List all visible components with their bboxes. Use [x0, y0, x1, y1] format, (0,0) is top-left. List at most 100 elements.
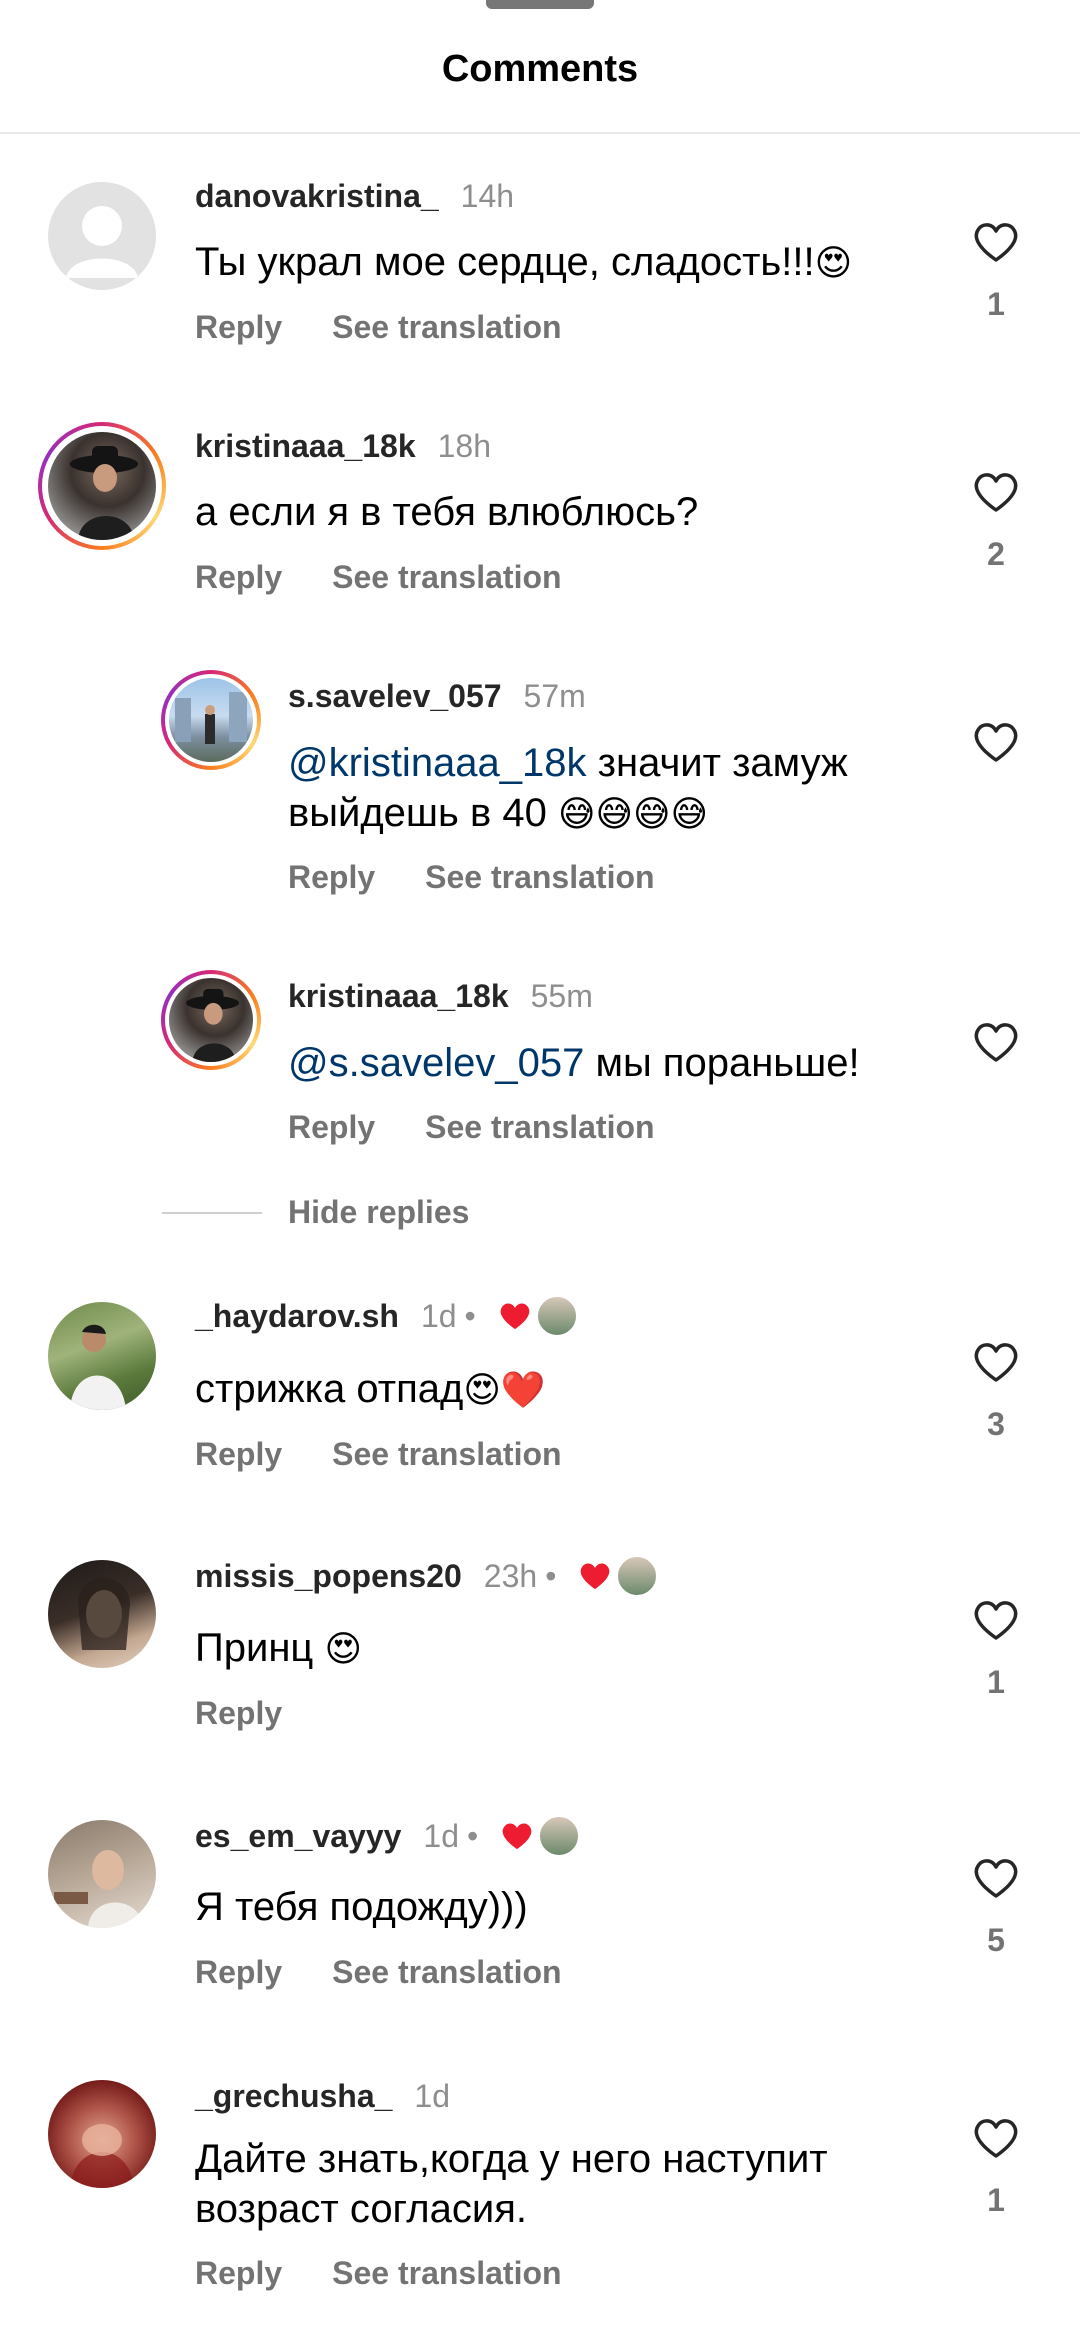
comment-text: Дайте знать,когда у него наступит возраст… — [195, 2137, 828, 2231]
avatar[interactable] — [48, 1302, 156, 1410]
avatar[interactable] — [48, 182, 156, 290]
comment-meta: es_em_vayyy 1d • — [195, 1815, 581, 1857]
timestamp: 55m — [530, 977, 593, 1014]
comment-text: стрижка отпад😍❤️ — [195, 1367, 546, 1411]
like-button[interactable]: 2 — [966, 470, 1026, 573]
creator-avatar — [538, 1815, 581, 1857]
heart-outline-icon — [974, 473, 1018, 512]
comment-text: @s.savelev_057 мы пораньше! — [288, 1041, 860, 1085]
avatar[interactable] — [48, 432, 156, 540]
comment-meta: _haydarov.sh 1d • — [195, 1295, 578, 1337]
reply-button[interactable]: Reply — [288, 1109, 375, 1146]
heart-outline-icon — [974, 1601, 1018, 1640]
avatar[interactable] — [169, 978, 253, 1062]
person-photo-icon — [54, 1850, 144, 1928]
comment-meta: _grechusha_ 1d — [195, 2076, 450, 2116]
reply-button[interactable]: Reply — [195, 1954, 282, 1991]
heart-outline-icon — [974, 2119, 1018, 2158]
see-translation-button[interactable]: See translation — [332, 2255, 561, 2292]
comment-text: Принц 😍 — [195, 1626, 362, 1670]
hide-replies-button[interactable]: Hide replies — [288, 1194, 469, 1231]
header: Comments — [0, 0, 1080, 134]
username[interactable]: _grechusha_ — [195, 2078, 392, 2115]
default-avatar-icon — [66, 206, 138, 278]
see-translation-button[interactable]: See translation — [332, 1954, 561, 1991]
see-translation-button[interactable]: See translation — [332, 1436, 561, 1473]
see-translation-button[interactable]: See translation — [332, 309, 561, 346]
like-button[interactable] — [966, 1020, 1026, 1064]
see-translation-button[interactable]: See translation — [332, 559, 561, 596]
person-photo-icon — [78, 1577, 130, 1650]
timestamp: 23h — [483, 1557, 538, 1594]
heart-outline-icon — [974, 723, 1018, 762]
username[interactable]: kristinaaa_18k — [288, 978, 509, 1015]
emoji: 😅😅😅😅 — [557, 794, 709, 835]
comment-text: Я тебя подожду))) — [195, 1885, 528, 1929]
heart-outline-icon — [974, 1023, 1018, 1062]
comment-meta: s.savelev_057 57m — [288, 676, 586, 716]
comment-meta: missis_popens20 23h • — [195, 1555, 659, 1597]
like-count: 2 — [987, 536, 1005, 572]
hat-figure-icon — [70, 446, 138, 540]
reply-button[interactable]: Reply — [288, 859, 375, 896]
like-button[interactable]: 1 — [966, 2116, 1026, 2219]
mention-link[interactable]: @s.savelev_057 — [288, 1041, 584, 1085]
like-button[interactable]: 1 — [966, 220, 1026, 323]
heart-outline-icon — [974, 1343, 1018, 1382]
timestamp: 18h — [437, 427, 491, 464]
reply-button[interactable]: Reply — [195, 1695, 282, 1732]
hat-figure-icon — [186, 988, 239, 1062]
comment-text: @kristinaaa_18k значит замуж выйдешь в 4… — [288, 741, 848, 835]
timestamp: 14h — [460, 177, 515, 214]
timestamp: 1d — [420, 1297, 457, 1334]
comment-meta: kristinaaa_18k 55m — [288, 976, 593, 1016]
like-count: 1 — [987, 1664, 1005, 1700]
reply-button[interactable]: Reply — [195, 2255, 282, 2292]
avatar[interactable] — [48, 1560, 156, 1668]
username[interactable]: es_em_vayyy — [195, 1818, 401, 1855]
username[interactable]: s.savelev_057 — [288, 678, 502, 715]
comment-text: Ты украл мое сердце, сладость!!!😍 — [195, 240, 853, 284]
emoji: 😍❤️ — [463, 1370, 546, 1411]
city-person-icon — [175, 692, 247, 744]
username[interactable]: danovakristina_ — [195, 178, 439, 215]
like-count: 1 — [987, 2182, 1005, 2218]
mention-link[interactable]: @kristinaaa_18k — [288, 741, 587, 785]
creator-heart-icon — [502, 1823, 532, 1850]
divider — [162, 1212, 262, 1214]
story-ring[interactable] — [161, 670, 261, 770]
reply-button[interactable]: Reply — [195, 1436, 282, 1473]
comment-text: а если я в тебя влюблюсь? — [195, 490, 699, 534]
username[interactable]: kristinaaa_18k — [195, 428, 416, 465]
timestamp: 1d — [423, 1817, 460, 1854]
story-ring[interactable] — [161, 970, 261, 1070]
heart-outline-icon — [974, 223, 1018, 262]
story-ring[interactable] — [38, 422, 166, 550]
username[interactable]: missis_popens20 — [195, 1558, 462, 1595]
reply-button[interactable]: Reply — [195, 559, 282, 596]
like-button[interactable]: 1 — [966, 1598, 1026, 1701]
like-button[interactable]: 5 — [966, 1856, 1026, 1959]
creator-heart-icon — [581, 1563, 610, 1590]
person-photo-icon — [70, 2124, 134, 2188]
comment-meta: kristinaaa_18k 18h — [195, 426, 491, 466]
reply-button[interactable]: Reply — [195, 309, 282, 346]
emoji: 😍 — [324, 1629, 362, 1670]
like-count: 5 — [987, 1922, 1005, 1958]
timestamp: 1d — [414, 2077, 451, 2114]
heart-outline-icon — [974, 1859, 1018, 1898]
like-count: 3 — [987, 1406, 1005, 1442]
creator-avatar — [616, 1555, 659, 1597]
see-translation-button[interactable]: See translation — [425, 859, 654, 896]
like-count: 1 — [987, 286, 1005, 322]
timestamp: 57m — [523, 677, 586, 714]
emoji: 😍 — [814, 243, 853, 284]
avatar[interactable] — [48, 2080, 156, 2188]
username[interactable]: _haydarov.sh — [195, 1298, 399, 1335]
see-translation-button[interactable]: See translation — [425, 1109, 654, 1146]
avatar[interactable] — [48, 1820, 156, 1928]
like-button[interactable]: 3 — [966, 1340, 1026, 1443]
creator-avatar — [535, 1295, 578, 1337]
avatar[interactable] — [169, 678, 253, 762]
like-button[interactable] — [966, 720, 1026, 764]
